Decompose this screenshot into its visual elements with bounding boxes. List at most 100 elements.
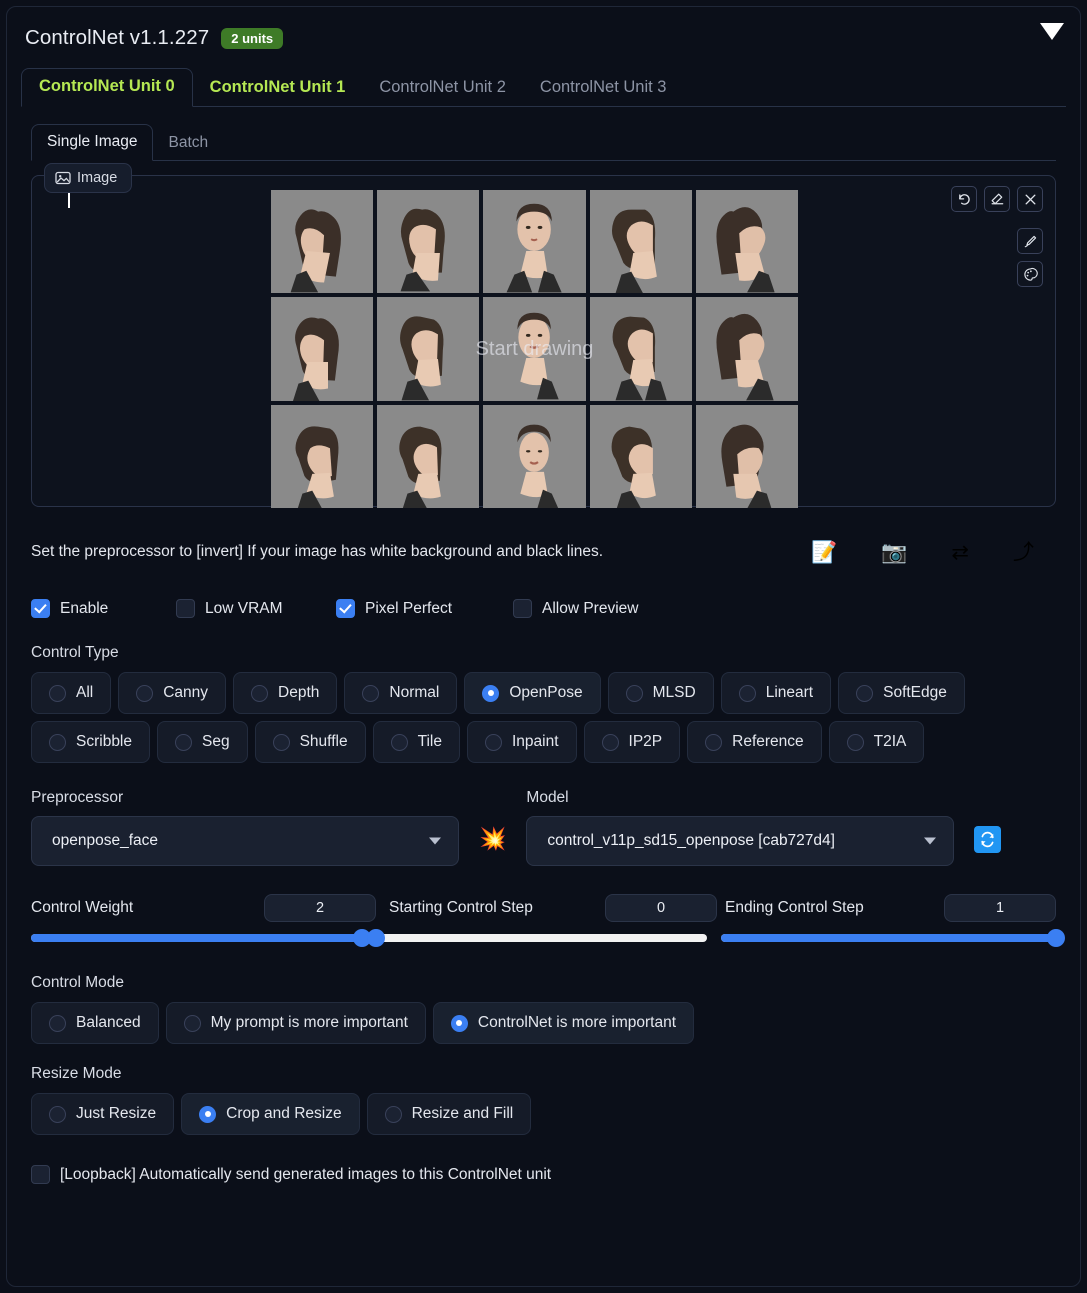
control-type-tile[interactable]: Tile (372, 721, 460, 763)
radio-indicator (705, 733, 723, 751)
radio-indicator (183, 1014, 201, 1032)
checkbox-allow-preview[interactable]: Allow Preview (513, 599, 638, 618)
ending-control-step-slider[interactable] (721, 929, 1065, 947)
canvas-tools-side (1017, 228, 1043, 287)
control-type-openpose[interactable]: OpenPose (464, 672, 601, 714)
control-type-inpaint[interactable]: Inpaint (466, 721, 577, 763)
model-group: Model control_v11p_sd15_openpose [cab727… (526, 789, 955, 866)
checkbox-loopback[interactable]: [Loopback] Automatically send generated … (31, 1165, 1056, 1184)
model-dropdown[interactable]: control_v11p_sd15_openpose [cab727d4] (526, 816, 955, 866)
color-palette-icon[interactable] (1017, 261, 1043, 287)
checkbox-enable-box[interactable] (31, 599, 50, 618)
image-chip[interactable]: Image (44, 163, 133, 193)
control-weight-label: Control Weight (31, 899, 134, 916)
edit-document-icon[interactable]: 📝 (811, 542, 837, 563)
undo-icon[interactable] (951, 186, 977, 212)
checkbox-loopback-box[interactable] (31, 1165, 50, 1184)
control-type-t2ia[interactable]: T2IA (828, 721, 925, 763)
control-type-canny[interactable]: Canny (118, 672, 227, 714)
thumbnail-item[interactable] (377, 297, 480, 401)
thumbnail-item[interactable] (589, 297, 692, 401)
control-type-scribble[interactable]: Scribble (31, 721, 150, 763)
control-type-seg[interactable]: Seg (157, 721, 248, 763)
checkbox-allow-preview-box[interactable] (513, 599, 532, 618)
control-type-mlsd[interactable]: MLSD (607, 672, 714, 714)
thumbnail-item[interactable] (589, 190, 692, 294)
radio-indicator (49, 684, 66, 702)
thumbnail-item[interactable] (483, 190, 586, 294)
radio-indicator (390, 733, 408, 751)
control-type-label-text: Canny (163, 684, 209, 701)
radio-indicator (482, 684, 500, 702)
close-icon[interactable] (1017, 186, 1043, 212)
radio-indicator (362, 684, 380, 702)
unit-tabs: ControlNet Unit 0 ControlNet Unit 1 Cont… (21, 65, 1066, 107)
send-arrow-icon[interactable]: ⤴ (1013, 542, 1034, 563)
thumbnail-item[interactable] (589, 404, 692, 508)
tab-controlnet-unit-0[interactable]: ControlNet Unit 0 (21, 68, 193, 107)
checkbox-pixel-perfect-box[interactable] (336, 599, 355, 618)
image-drop-area[interactable]: Image Start drawing (31, 163, 1056, 508)
control-type-ip2p[interactable]: IP2P (583, 721, 681, 763)
control-type-label-text: Normal (389, 684, 440, 701)
checkbox-enable-label: Enable (60, 599, 109, 617)
ending-control-step-value[interactable]: 1 (944, 894, 1056, 922)
resize-mode-crop-and-resize[interactable]: Crop and Resize (181, 1093, 360, 1135)
resize-mode-row: Just Resize Crop and Resize Resize and F… (31, 1093, 1056, 1135)
brush-icon[interactable] (1017, 228, 1043, 254)
tab-controlnet-unit-2[interactable]: ControlNet Unit 2 (362, 70, 523, 107)
thumbnail-item[interactable] (271, 190, 374, 294)
checkbox-low-vram[interactable]: Low VRAM (176, 599, 336, 618)
checkbox-low-vram-box[interactable] (176, 599, 195, 618)
control-type-softedge[interactable]: SoftEdge (838, 672, 965, 714)
control-mode-balanced[interactable]: Balanced (31, 1002, 159, 1044)
thumbnail-item[interactable] (695, 404, 798, 508)
preprocessor-value: openpose_face (52, 832, 159, 849)
refresh-models-button[interactable] (974, 826, 1002, 853)
thumbnail-item[interactable] (695, 297, 798, 401)
preprocessor-dropdown[interactable]: openpose_face (31, 816, 459, 866)
radio-indicator (484, 733, 502, 751)
tab-controlnet-unit-3[interactable]: ControlNet Unit 3 (523, 70, 684, 107)
radio-indicator (175, 733, 192, 751)
tab-controlnet-unit-1[interactable]: ControlNet Unit 1 (193, 70, 363, 107)
slider-knob[interactable] (367, 929, 385, 947)
control-mode-my-prompt[interactable]: My prompt is more important (165, 1002, 426, 1044)
thumbnail-item[interactable] (483, 297, 586, 401)
control-mode-option-label: Balanced (76, 1014, 141, 1031)
control-mode-option-label: My prompt is more important (210, 1014, 408, 1031)
tab-single-image[interactable]: Single Image (31, 124, 154, 161)
checkbox-enable[interactable]: Enable (31, 599, 176, 618)
image-thumbnail-grid[interactable] (271, 190, 798, 508)
control-type-reference[interactable]: Reference (687, 721, 822, 763)
chevron-down-icon[interactable] (1040, 23, 1064, 40)
control-type-all[interactable]: All (31, 672, 112, 714)
thumbnail-item[interactable] (483, 404, 586, 508)
starting-control-step-slider[interactable] (367, 929, 707, 947)
control-type-lineart[interactable]: Lineart (720, 672, 832, 714)
eraser-icon[interactable] (984, 186, 1010, 212)
thumbnail-item[interactable] (695, 190, 798, 294)
checkbox-pixel-perfect[interactable]: Pixel Perfect (336, 599, 513, 618)
explosion-icon[interactable]: 💥 (479, 804, 506, 852)
thumbnail-item[interactable] (377, 190, 480, 294)
control-mode-controlnet[interactable]: ControlNet is more important (432, 1002, 695, 1044)
starting-control-step-value[interactable]: 0 (605, 894, 717, 922)
thumbnail-item[interactable] (377, 404, 480, 508)
resize-mode-just-resize[interactable]: Just Resize (31, 1093, 175, 1135)
control-weight-slider[interactable] (31, 929, 371, 947)
radio-indicator (856, 684, 874, 702)
thumbnail-item[interactable] (271, 404, 374, 508)
control-type-shuffle[interactable]: Shuffle (254, 721, 366, 763)
camera-icon[interactable]: 📷 (881, 542, 907, 563)
swap-arrows-icon[interactable]: ⇄ (951, 542, 969, 563)
tab-batch[interactable]: Batch (153, 126, 223, 161)
control-type-depth[interactable]: Depth (233, 672, 338, 714)
control-type-normal[interactable]: Normal (344, 672, 458, 714)
thumbnail-item[interactable] (271, 297, 374, 401)
control-weight-value[interactable]: 2 (264, 894, 376, 922)
resize-mode-resize-and-fill[interactable]: Resize and Fill (366, 1093, 532, 1135)
resize-mode-option-label: Resize and Fill (411, 1105, 514, 1122)
resize-mode-label: Resize Mode (31, 1065, 122, 1082)
slider-knob[interactable] (1047, 929, 1065, 947)
